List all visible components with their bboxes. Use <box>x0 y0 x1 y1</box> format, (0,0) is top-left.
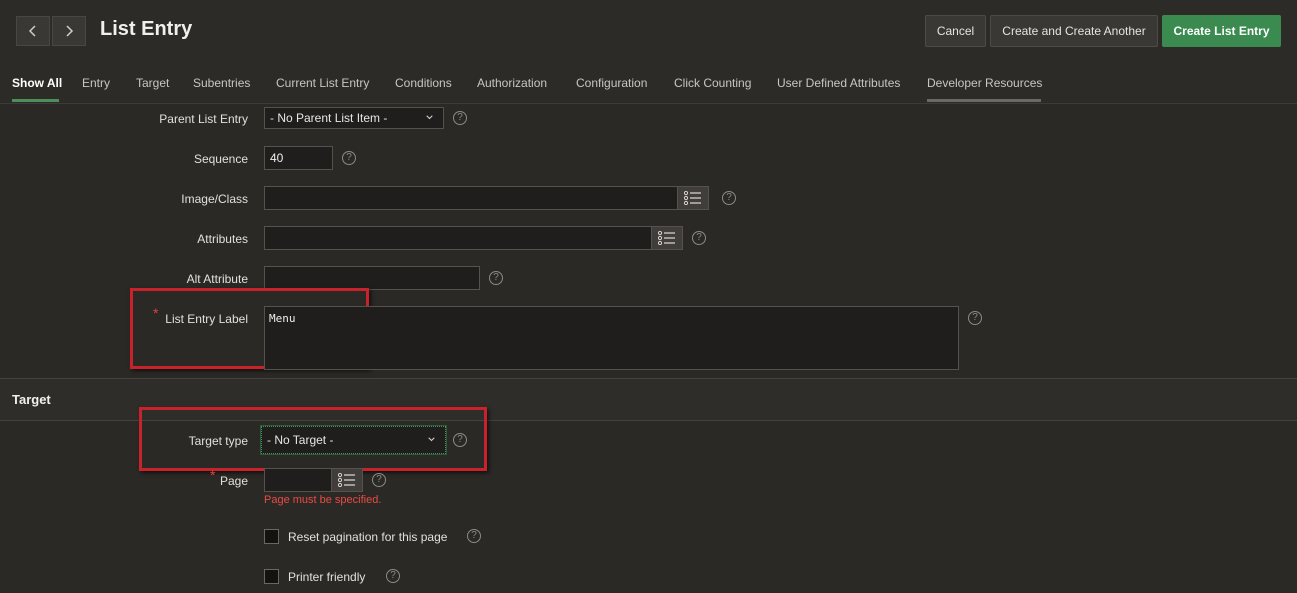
reset-pagination-checkbox[interactable] <box>264 529 279 544</box>
help-icon[interactable]: ? <box>489 271 503 285</box>
reset-pagination-label[interactable]: Reset pagination for this page <box>288 530 447 544</box>
parent-list-entry-select[interactable]: - No Parent List Item - <box>264 107 444 129</box>
create-another-button[interactable]: Create and Create Another <box>990 15 1158 47</box>
image-class-label: Image/Class <box>181 192 248 206</box>
help-icon[interactable]: ? <box>692 231 706 245</box>
help-icon[interactable]: ? <box>453 111 467 125</box>
chevron-down-icon <box>426 115 433 120</box>
sequence-label: Sequence <box>193 152 248 166</box>
chevron-left-icon <box>28 25 36 37</box>
list-icon <box>338 473 355 487</box>
list-icon <box>684 191 701 205</box>
list-entry-label-label: List Entry Label <box>165 312 248 326</box>
help-icon[interactable]: ? <box>968 311 982 325</box>
page-input[interactable] <box>264 468 332 492</box>
tab-current-list-entry[interactable]: Current List Entry <box>276 76 369 90</box>
parent-list-entry-label: Parent List Entry <box>159 112 248 126</box>
help-icon[interactable]: ? <box>342 151 356 165</box>
list-icon <box>658 231 675 245</box>
sequence-input[interactable] <box>264 146 333 170</box>
tab-show-all[interactable]: Show All <box>12 76 62 90</box>
help-icon[interactable]: ? <box>386 569 400 583</box>
previous-button[interactable] <box>16 16 50 46</box>
tab-conditions[interactable]: Conditions <box>395 76 452 90</box>
target-type-select[interactable]: - No Target - <box>260 425 447 455</box>
tab-target[interactable]: Target <box>136 76 169 90</box>
target-type-label: Target type <box>188 434 248 448</box>
target-type-value: - No Target - <box>267 433 334 447</box>
list-entry-label-textarea[interactable]: Menu <box>264 306 959 370</box>
tab-configuration[interactable]: Configuration <box>576 76 647 90</box>
tab-entry[interactable]: Entry <box>82 76 110 90</box>
help-icon[interactable]: ? <box>453 433 467 447</box>
required-icon: * <box>210 467 216 483</box>
cancel-button[interactable]: Cancel <box>925 15 986 47</box>
tab-click-counting[interactable]: Click Counting <box>674 76 751 90</box>
active-tab-indicator <box>12 99 59 102</box>
tab-underline <box>927 99 1041 102</box>
tab-developer-resources[interactable]: Developer Resources <box>927 76 1042 90</box>
page-error-message: Page must be specified. <box>264 494 382 506</box>
page-header: List Entry Cancel Create and Create Anot… <box>0 0 1297 104</box>
next-button[interactable] <box>52 16 86 46</box>
section-title: Target <box>12 392 51 407</box>
chevron-down-icon <box>428 437 435 442</box>
alt-attribute-label: Alt Attribute <box>186 272 248 286</box>
page-list-button[interactable] <box>331 468 363 492</box>
page-title: List Entry <box>100 18 193 40</box>
tab-user-defined-attributes[interactable]: User Defined Attributes <box>777 76 900 90</box>
parent-list-entry-value: - No Parent List Item - <box>270 111 388 125</box>
alt-attribute-input[interactable] <box>264 266 480 290</box>
printer-friendly-label[interactable]: Printer friendly <box>288 570 365 584</box>
help-icon[interactable]: ? <box>372 473 386 487</box>
attributes-input[interactable] <box>264 226 652 250</box>
printer-friendly-checkbox[interactable] <box>264 569 279 584</box>
tab-subentries[interactable]: Subentries <box>193 76 250 90</box>
page-label: Page <box>219 474 248 488</box>
create-list-entry-button[interactable]: Create List Entry <box>1162 15 1281 47</box>
image-class-input[interactable] <box>264 186 678 210</box>
required-icon: * <box>153 305 159 321</box>
chevron-right-icon <box>66 25 74 37</box>
image-class-list-button[interactable] <box>677 186 709 210</box>
help-icon[interactable]: ? <box>722 191 736 205</box>
help-icon[interactable]: ? <box>467 529 481 543</box>
attributes-label: Attributes <box>197 232 248 246</box>
tab-authorization[interactable]: Authorization <box>477 76 547 90</box>
attributes-list-button[interactable] <box>651 226 683 250</box>
